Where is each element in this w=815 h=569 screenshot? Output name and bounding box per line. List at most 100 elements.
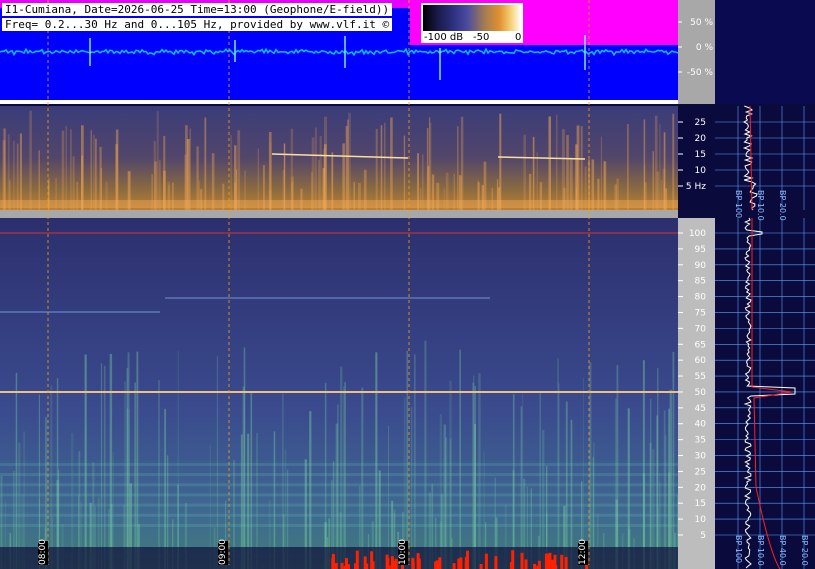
red-burst — [331, 553, 335, 569]
spectral-streak — [457, 126, 459, 210]
y-tick-label: 45 — [695, 404, 706, 414]
spectral-streak — [414, 354, 416, 569]
spectral-streak — [556, 114, 558, 210]
spectral-streak — [390, 117, 393, 210]
y-tick-label: 50 % — [690, 18, 713, 28]
red-burst — [560, 554, 564, 569]
spectral-streak — [499, 113, 502, 210]
red-burst — [365, 563, 369, 569]
y-tick-label: 5 Hz — [686, 182, 706, 192]
spectral-streak — [406, 350, 408, 569]
red-burst — [464, 556, 468, 569]
y-tick-label: 55 — [695, 372, 706, 382]
spectral-streak — [61, 130, 65, 210]
spectral-streak — [478, 373, 481, 569]
harmonic-band — [0, 462, 678, 466]
spectral-streak — [375, 128, 378, 210]
spectral-streak — [15, 372, 18, 569]
time-marker-label: 09:00 — [218, 539, 228, 565]
spectral-streak — [460, 116, 464, 210]
spectral-streak — [185, 125, 188, 210]
y-tick-label: -50 % — [687, 68, 714, 78]
spectral-streak — [659, 123, 661, 210]
spectral-streak — [250, 392, 253, 569]
y-tick-label: 35 — [695, 436, 706, 446]
red-burst — [524, 559, 528, 569]
harmonic-band — [0, 483, 678, 487]
colorbar-min-label: -100 dB — [424, 32, 464, 43]
y-tick-label: 90 — [695, 261, 707, 271]
time-marker-label: 08:00 — [38, 539, 48, 565]
red-burst — [494, 556, 498, 569]
y-tick-label: 20 — [695, 134, 707, 144]
harmonic-band — [0, 513, 678, 517]
spectral-streak — [663, 410, 666, 569]
spectral-streak — [95, 138, 97, 210]
red-burst — [457, 558, 461, 569]
spectral-streak — [13, 140, 15, 210]
y-tick-label: 25 — [695, 467, 706, 477]
y-tick-label: 40 — [695, 420, 707, 430]
colorbar-legend: -100 dB -50 0 — [421, 3, 523, 43]
spectral-streak — [315, 127, 317, 210]
y-tick-label: 10 — [695, 166, 707, 176]
spectral-streak — [90, 130, 92, 210]
spectral-streak — [347, 119, 349, 210]
spectral-streak — [19, 133, 22, 210]
spectral-streak — [177, 351, 179, 569]
y-tick-label: 0 % — [696, 43, 714, 53]
x-tick-label: BP 100 — [734, 535, 743, 563]
spectral-streak — [426, 128, 429, 210]
spectral-streak — [93, 134, 95, 210]
red-burst — [438, 557, 442, 569]
colorbar-max-label: 0 — [515, 32, 522, 43]
spectral-streak — [109, 353, 113, 569]
x-tick-label: BP 20.0 — [778, 190, 787, 221]
panel-separator — [0, 210, 678, 218]
frequency-info-line: Freq= 0.2...30 Hz and 0...105 Hz, provid… — [2, 18, 393, 31]
harmonic-band — [0, 493, 678, 497]
y-tick-label: 5 — [700, 531, 706, 541]
spectral-streak — [672, 113, 675, 210]
spectral-streak — [345, 125, 348, 210]
spectral-streak — [424, 340, 427, 569]
spectral-streak — [375, 352, 378, 569]
spectral-streak — [600, 136, 602, 210]
spectral-streak — [163, 135, 166, 210]
red-burst — [533, 563, 537, 569]
x-tick-label: BP 10.0 — [756, 535, 765, 566]
spectral-streak — [311, 137, 315, 210]
spectral-streak — [337, 404, 339, 569]
spectral-streak — [237, 130, 241, 210]
spectral-streak — [539, 391, 541, 569]
y-tick-label: 65 — [695, 340, 706, 350]
spectral-streak — [566, 135, 569, 210]
spectral-streak — [319, 135, 322, 210]
red-burst — [551, 559, 555, 569]
spectral-streak — [309, 411, 312, 569]
spectral-streak — [242, 386, 245, 569]
y-tick-label: 100 — [689, 229, 706, 239]
spectral-streak — [50, 385, 53, 569]
station-info-line: I1-Cumiana, Date=2026-06-25 Time=13:00 (… — [2, 3, 393, 16]
spectral-streak — [100, 363, 103, 569]
y-tick-label: 85 — [695, 277, 706, 287]
y-tick-label: 50 — [695, 388, 707, 398]
spectral-streak — [616, 365, 619, 569]
spectral-streak — [3, 128, 6, 210]
spectral-streak — [580, 126, 583, 210]
spectral-streak — [156, 111, 159, 210]
harmonic-band — [0, 503, 678, 507]
spectral-streak — [216, 355, 219, 569]
spectral-streak — [269, 142, 272, 210]
spectral-streak — [204, 117, 207, 210]
red-burst — [536, 565, 540, 569]
spectral-streak — [164, 408, 166, 569]
red-burst — [479, 564, 483, 569]
y-tick-label: 20 — [695, 483, 707, 493]
spectral-streak — [343, 386, 345, 569]
red-burst — [546, 554, 550, 569]
spectral-streak — [459, 349, 461, 569]
chart-canvas: 50 %0 %-50 %252015105 Hz1009590858075706… — [0, 0, 815, 569]
harmonic-band — [0, 523, 678, 527]
